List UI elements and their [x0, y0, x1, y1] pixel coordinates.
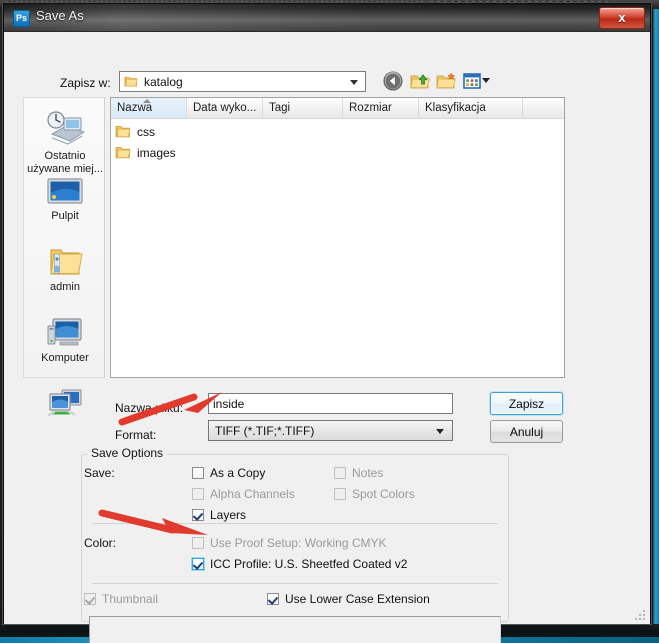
checkbox-box	[192, 509, 204, 521]
place-label-desktop: Pulpit	[51, 210, 79, 222]
dialog-titlebar[interactable]: Ps Save As x	[4, 4, 650, 32]
table-row[interactable]: css	[115, 124, 155, 142]
empty-preview-box	[89, 616, 501, 643]
folder-icon	[115, 126, 131, 138]
checkbox-box	[267, 593, 279, 605]
file-name: css	[137, 125, 155, 139]
photoshop-icon: Ps	[13, 10, 30, 27]
column-header-rating[interactable]: Klasyfikacja	[419, 98, 523, 118]
checkbox-box	[84, 593, 96, 605]
network-icon	[47, 389, 82, 417]
file-name-input[interactable]	[208, 393, 453, 414]
checkbox-box	[334, 488, 346, 500]
titlebar-gloss	[4, 4, 650, 31]
table-row[interactable]: images	[115, 145, 176, 163]
place-item-network[interactable]	[24, 386, 106, 420]
checkbox-box	[192, 558, 204, 570]
checkbox-label: Alpha Channels	[210, 487, 295, 501]
look-in-label: Zapisz w:	[60, 76, 111, 90]
column-header-name[interactable]: Nazwa	[111, 98, 187, 118]
place-label-user: admin	[50, 281, 80, 293]
column-header-extra[interactable]	[523, 98, 564, 118]
chevron-down-icon	[350, 80, 358, 85]
color-section-label: Color:	[84, 536, 117, 550]
checkbox-box	[192, 537, 204, 549]
close-button[interactable]: x	[599, 7, 645, 29]
chevron-down-icon	[436, 429, 444, 434]
save-options-title: Save Options	[87, 446, 168, 460]
folder-icon	[124, 76, 138, 87]
file-name: images	[137, 146, 176, 160]
cancel-button[interactable]: Anuluj	[490, 420, 563, 443]
screen: Ps Save As x Zapisz w: katalog Ostatnio …	[0, 0, 659, 643]
place-label-recent-2: używane miej...	[27, 163, 103, 175]
resize-grip[interactable]	[634, 609, 646, 621]
checkbox-label: Notes	[352, 466, 384, 480]
look-in-value: katalog	[144, 75, 183, 89]
format-value: TIFF (*.TIF;*.TIFF)	[215, 424, 315, 438]
place-label-computer: Komputer	[41, 352, 89, 364]
column-label-name: Nazwa	[117, 102, 153, 114]
checkbox-box	[334, 467, 346, 479]
checkbox-label: ICC Profile: U.S. Sheetfed Coated v2	[210, 557, 408, 571]
user-folder-icon	[50, 249, 83, 275]
close-icon: x	[618, 10, 626, 25]
up-folder-icon[interactable]	[409, 70, 431, 92]
checkbox-label: As a Copy	[210, 466, 266, 480]
save-button[interactable]: Zapisz	[490, 392, 563, 415]
place-item-recent[interactable]: Ostatnio używane miej...	[24, 108, 106, 176]
checkbox-box	[192, 467, 204, 479]
views-chevron-down-icon[interactable]	[482, 78, 490, 83]
folder-icon	[115, 147, 131, 159]
computer-icon	[47, 318, 82, 346]
save-section-label: Save:	[84, 466, 115, 480]
checkbox-label: Thumbnail	[102, 592, 159, 606]
checkbox-box	[192, 488, 204, 500]
recent-places-icon	[47, 111, 85, 145]
column-header-size[interactable]: Rozmiar	[343, 98, 419, 118]
place-item-computer[interactable]: Komputer	[24, 316, 106, 365]
checkbox-label: Spot Colors	[352, 487, 415, 501]
save-as-dialog: Ps Save As x Zapisz w: katalog Ostatnio …	[3, 3, 651, 643]
place-item-user[interactable]: admin	[24, 245, 106, 294]
checkbox-label: Use Proof Setup: Working CMYK	[210, 536, 387, 550]
sort-ascending-icon	[143, 99, 151, 103]
column-header-date[interactable]: Data wyko...	[187, 98, 263, 118]
format-combo[interactable]: TIFF (*.TIF;*.TIFF)	[208, 420, 453, 441]
places-sidebar: Ostatnio używane miej... Pulpit admin Ko…	[23, 97, 106, 417]
file-name-label: Nazwa pliku:	[115, 401, 184, 415]
new-folder-icon[interactable]	[435, 70, 457, 92]
file-list-header: Nazwa Data wyko... Tagi Rozmiar Klasyfik…	[111, 98, 564, 119]
dialog-body: Zapisz w: katalog Ostatnio używane miej.…	[4, 32, 650, 643]
back-icon[interactable]	[382, 70, 404, 92]
place-item-desktop[interactable]: Pulpit	[24, 176, 106, 223]
dialog-title: Save As	[36, 8, 84, 23]
column-header-tags[interactable]: Tagi	[263, 98, 343, 118]
divider	[92, 523, 498, 524]
desktop-icon	[47, 178, 83, 204]
format-label: Format:	[115, 428, 157, 442]
place-label-recent: Ostatnio	[44, 150, 86, 162]
checkbox-label: Use Lower Case Extension	[285, 592, 430, 606]
file-list[interactable]: Nazwa Data wyko... Tagi Rozmiar Klasyfik…	[110, 97, 565, 378]
checkbox-label: Layers	[210, 508, 247, 522]
views-icon[interactable]	[461, 70, 483, 92]
divider	[92, 583, 498, 584]
look-in-combo[interactable]: katalog	[119, 71, 366, 92]
